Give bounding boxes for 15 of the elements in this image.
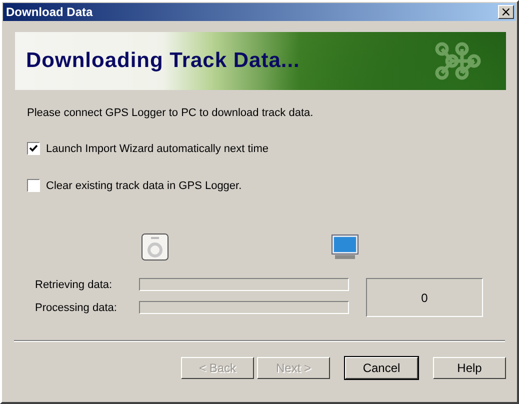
- count-value: 0: [421, 290, 428, 304]
- checkbox[interactable]: [27, 179, 40, 192]
- progress-label: Processing data:: [35, 302, 118, 314]
- window-title: Download Data: [6, 5, 93, 19]
- dialog-button[interactable]: Help: [433, 357, 506, 379]
- checkbox-label: Launch Import Wizard automatically next time: [46, 142, 269, 154]
- monitor-icon: [331, 233, 359, 261]
- checkbox-label: Clear existing track data in GPS Logger.: [46, 180, 242, 192]
- close-button[interactable]: ×: [498, 5, 514, 19]
- device-icon: [141, 233, 169, 261]
- progress-label: Retrieving data:: [35, 278, 114, 290]
- banner-title: Downloading Track Data...: [26, 49, 300, 73]
- checkbox[interactable]: [27, 142, 40, 155]
- dialog-button[interactable]: Cancel: [345, 357, 418, 379]
- instruction-text: Please connect GPS Logger to PC to download track data.: [27, 107, 314, 119]
